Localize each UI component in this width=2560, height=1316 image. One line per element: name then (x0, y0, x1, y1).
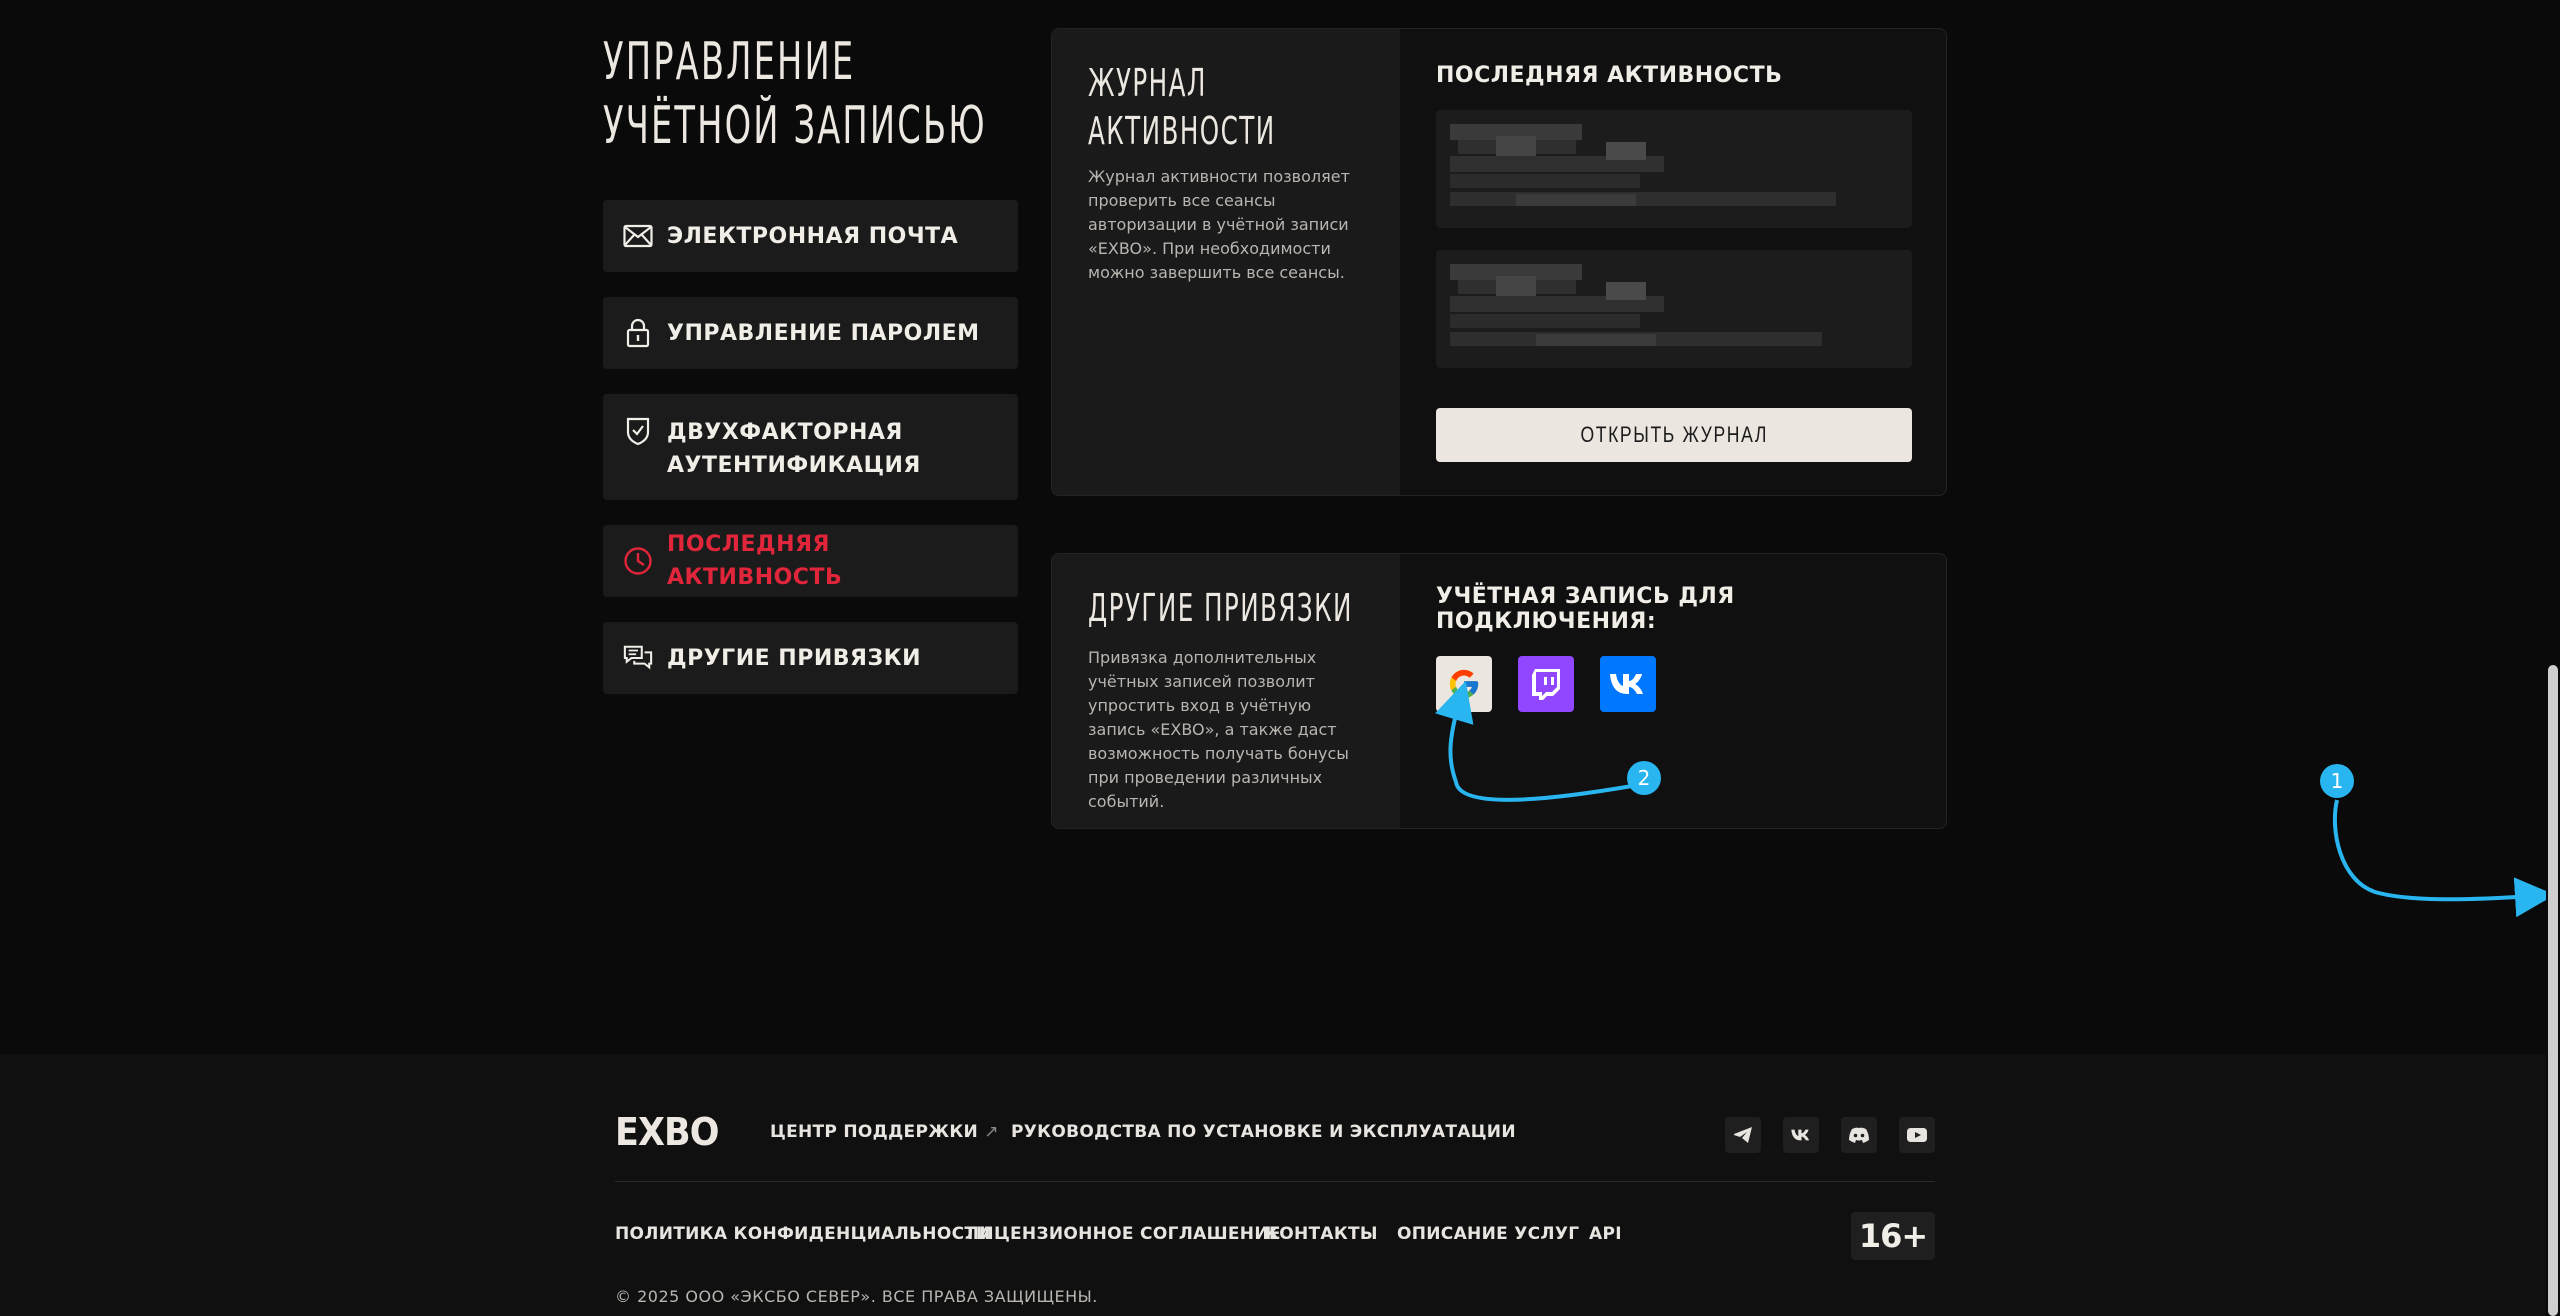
footer: EXBO ЦЕНТР ПОДДЕРЖКИ ↗ РУКОВОДСТВА ПО УС… (0, 1054, 2546, 1316)
nav-item-2fa-label: ДВУХФАКТОРНАЯ АУТЕНТИФИКАЦИЯ (667, 416, 921, 482)
other-links-description: Привязка дополнительных учётных записей … (1088, 648, 1349, 811)
shield-check-icon (623, 416, 653, 446)
footer-link-services[interactable]: ОПИСАНИЕ УСЛУГ (1397, 1224, 1579, 1244)
nav-item-recent-activity[interactable]: ПОСЛЕДНЯЯ АКТИВНОСТЬ (603, 525, 1018, 597)
page-title-line1: УПРАВЛЕНИЕ (603, 32, 856, 92)
google-connect-button[interactable] (1436, 656, 1492, 712)
discord-icon[interactable] (1841, 1117, 1877, 1153)
activity-log-card-info: ЖУРНАЛ АКТИВНОСТИ Журнал активности позв… (1052, 29, 1400, 495)
provider-list (1436, 656, 1910, 712)
activity-log-title-line2: АКТИВНОСТИ (1088, 109, 1276, 153)
support-center-label: ЦЕНТР ПОДДЕРЖКИ (770, 1122, 979, 1142)
copyright: © 2025 ООО «ЭКСБО СЕВЕР». ВСЕ ПРАВА ЗАЩИ… (615, 1287, 1098, 1306)
vk-connect-button[interactable] (1600, 656, 1656, 712)
nav-item-2fa-label-line1: ДВУХФАКТОРНАЯ (667, 420, 903, 445)
footer-link-privacy[interactable]: ПОЛИТИКА КОНФИДЕНЦИАЛЬНОСТИ (615, 1224, 991, 1244)
nav-item-other-links[interactable]: ДРУГИЕ ПРИВЯЗКИ (603, 622, 1018, 694)
session-entry-blurred (1436, 250, 1912, 368)
activity-log-title-line1: ЖУРНАЛ (1088, 61, 1207, 105)
open-log-button[interactable]: ОТКРЫТЬ ЖУРНАЛ (1436, 408, 1912, 462)
chat-icon (623, 643, 653, 673)
annotation-badge-2: 2 (1627, 761, 1661, 795)
footer-link-license[interactable]: ЛИЦЕНЗИОННОЕ СОГЛАШЕНИЕ (965, 1224, 1281, 1244)
connect-account-heading: УЧЁТНАЯ ЗАПИСЬ ДЛЯ ПОДКЛЮЧЕНИЯ: (1436, 584, 1735, 634)
page-title-line2: УЧЁТНОЙ ЗАПИСЬЮ (603, 96, 987, 156)
activity-log-title: ЖУРНАЛ АКТИВНОСТИ (1088, 59, 1287, 155)
footer-link-contacts[interactable]: КОНТАКТЫ (1265, 1224, 1378, 1244)
other-links-title: ДРУГИЕ ПРИВЯЗКИ (1088, 586, 1353, 630)
footer-content: EXBO ЦЕНТР ПОДДЕРЖКИ ↗ РУКОВОДСТВА ПО УС… (615, 1054, 1935, 1316)
nav-item-email[interactable]: ЭЛЕКТРОННАЯ ПОЧТА (603, 200, 1018, 272)
lock-icon (623, 318, 653, 348)
page-title: УПРАВЛЕНИЕ УЧЁТНОЙ ЗАПИСЬЮ (603, 30, 987, 158)
activity-log-card-content: ПОСЛЕДНЯЯ АКТИВНОСТЬ ОТКРЫТЬ ЖУРНАЛ (1436, 29, 1912, 462)
open-log-button-label: ОТКРЫТЬ ЖУРНАЛ (1580, 422, 1768, 447)
nav-item-other-links-label: ДРУГИЕ ПРИВЯЗКИ (667, 645, 921, 671)
guides-link[interactable]: РУКОВОДСТВА ПО УСТАНОВКЕ И ЭКСПЛУАТАЦИИ (1011, 1122, 1516, 1142)
scrollbar-thumb[interactable] (2548, 665, 2558, 1316)
age-rating-badge: 16+ (1851, 1212, 1935, 1260)
external-link-icon: ↗ (984, 1122, 999, 1142)
activity-log-card: ЖУРНАЛ АКТИВНОСТИ Журнал активности позв… (1051, 28, 1947, 496)
other-links-card: ДРУГИЕ ПРИВЯЗКИ Привязка дополнительных … (1051, 553, 1947, 829)
vk-icon (1610, 674, 1643, 694)
nav-item-email-label: ЭЛЕКТРОННАЯ ПОЧТА (667, 223, 959, 249)
scrollbar-track[interactable] (2546, 0, 2560, 1316)
google-icon (1449, 669, 1479, 699)
youtube-icon[interactable] (1899, 1117, 1935, 1153)
telegram-icon[interactable] (1725, 1117, 1761, 1153)
nav-item-2fa[interactable]: ДВУХФАКТОРНАЯ АУТЕНТИФИКАЦИЯ (603, 394, 1018, 500)
activity-log-description: Журнал активности позволяет проверить вс… (1088, 167, 1350, 282)
twitch-icon (1532, 669, 1560, 700)
nav-item-2fa-label-line2: АУТЕНТИФИКАЦИЯ (667, 453, 921, 478)
twitch-connect-button[interactable] (1518, 656, 1574, 712)
footer-link-api[interactable]: API (1589, 1224, 1622, 1244)
footer-social-icons (1725, 1117, 1935, 1153)
nav-item-password-label: УПРАВЛЕНИЕ ПАРОЛЕМ (667, 320, 980, 346)
other-links-card-info: ДРУГИЕ ПРИВЯЗКИ Привязка дополнительных … (1052, 554, 1400, 828)
footer-divider (615, 1181, 1935, 1182)
mail-icon (623, 221, 653, 251)
nav-item-password[interactable]: УПРАВЛЕНИЕ ПАРОЛЕМ (603, 297, 1018, 369)
vk-icon[interactable] (1783, 1117, 1819, 1153)
clock-icon (623, 546, 653, 576)
exbo-logo-text: EXBO (615, 1110, 719, 1154)
nav-item-recent-activity-label: ПОСЛЕДНЯЯ АКТИВНОСТЬ (667, 532, 843, 590)
annotation-badge-1: 1 (2320, 764, 2354, 798)
support-center-link[interactable]: ЦЕНТР ПОДДЕРЖКИ ↗ (770, 1122, 999, 1142)
session-entry-blurred (1436, 110, 1912, 228)
recent-activity-heading: ПОСЛЕДНЯЯ АКТИВНОСТЬ (1436, 63, 1783, 88)
exbo-logo[interactable]: EXBO (615, 1110, 728, 1154)
other-links-card-content: УЧЁТНАЯ ЗАПИСЬ ДЛЯ ПОДКЛЮЧЕНИЯ: (1436, 554, 1910, 712)
